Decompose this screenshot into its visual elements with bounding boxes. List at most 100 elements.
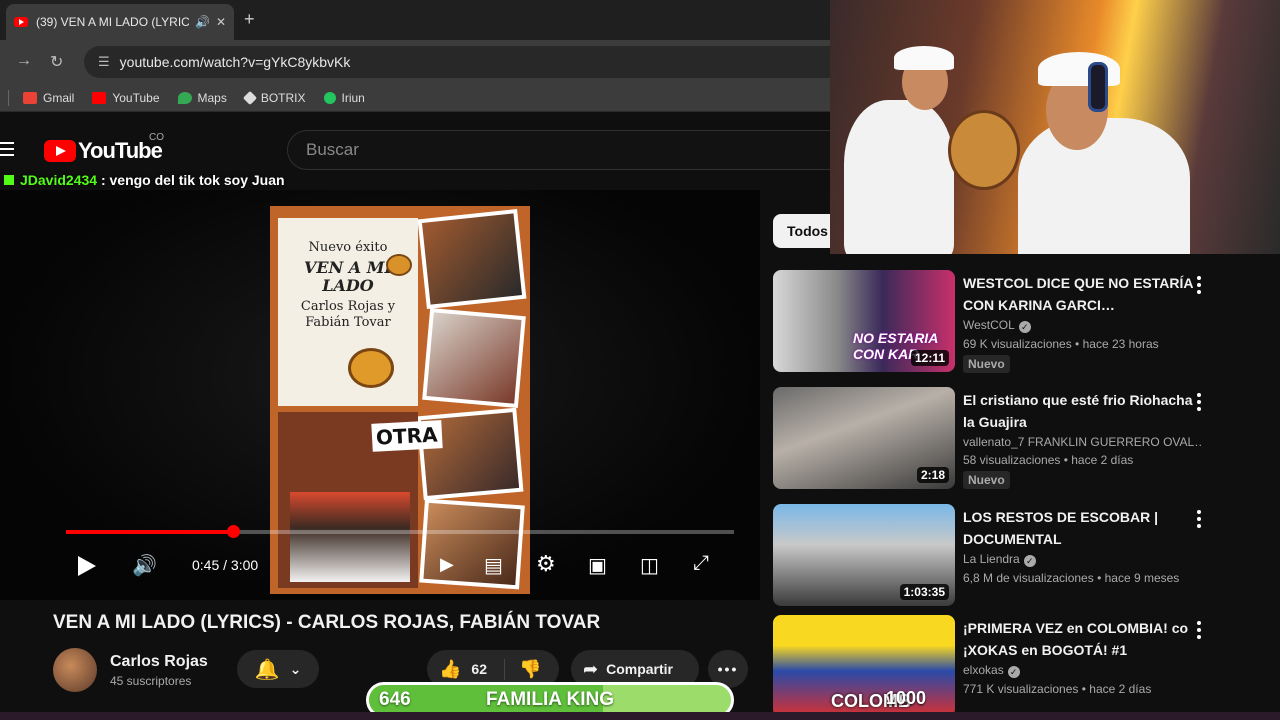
- share-label: Compartir: [606, 661, 673, 677]
- recommendation-channel[interactable]: vallenato_7 FRANKLIN GUERRERO OVAL…: [963, 435, 1203, 449]
- more-dots-icon: •••: [717, 661, 739, 677]
- bookmark-maps[interactable]: Maps: [177, 91, 227, 105]
- recommendation-item[interactable]: 2:18 El cristiano que esté frio Riohacha…: [773, 387, 1273, 491]
- recommendation-channel[interactable]: WestCOL: [963, 318, 1015, 332]
- studio-photo: [419, 498, 525, 590]
- more-vertical-icon[interactable]: [1197, 621, 1201, 642]
- verified-check-icon: ✓: [1007, 666, 1020, 678]
- guitar-icon: [348, 348, 394, 388]
- youtube-play-logo-icon: [44, 140, 76, 162]
- url-text: youtube.com/watch?v=gYkC8ykbvKk: [119, 54, 351, 70]
- video-player[interactable]: Nuevo éxito VEN A MI LADO Carlos Rojas y…: [0, 190, 760, 600]
- group-photo: [290, 492, 410, 582]
- video-frame: Nuevo éxito VEN A MI LADO Carlos Rojas y…: [270, 206, 530, 594]
- recommendation-item[interactable]: NO ESTARIA CON KAR 12:11 WESTCOL DICE QU…: [773, 270, 1273, 374]
- bookmark-botrix[interactable]: BOTRIX: [242, 90, 306, 105]
- chat-text: : vengo del tik tok soy Juan: [100, 172, 285, 188]
- guitar-icon: [948, 110, 1020, 190]
- play-button[interactable]: [78, 556, 96, 576]
- recommendation-item[interactable]: COLOMB ¡PRIMERA VEZ en COLOMBIA! co ¡XOK…: [773, 615, 1273, 719]
- recommendation-views: 771 K visualizaciones • hace 2 días: [963, 682, 1152, 696]
- forward-icon[interactable]: →: [16, 52, 32, 70]
- bookmark-iriun[interactable]: Iriun: [323, 90, 365, 105]
- recommendation-thumbnail[interactable]: 2:18: [773, 387, 955, 489]
- otra-sticker: OTRA: [371, 420, 443, 452]
- recommendation-views: 69 K visualizaciones • hace 23 horas: [963, 337, 1159, 351]
- cap-left: [894, 46, 954, 70]
- subtitles-icon[interactable]: ▤: [484, 553, 503, 578]
- chevron-down-icon: ⌄: [289, 660, 302, 677]
- speaker-icon[interactable]: 🔊: [195, 15, 210, 29]
- studio-photo: [417, 209, 527, 309]
- share-arrow-icon: ➦: [583, 658, 599, 679]
- more-vertical-icon[interactable]: [1197, 393, 1201, 414]
- channel-name[interactable]: Carlos Rojas: [110, 653, 208, 671]
- settings-gear-icon[interactable]: ⚙: [536, 551, 556, 577]
- more-vertical-icon[interactable]: [1197, 276, 1201, 297]
- studio-photo: [422, 307, 526, 409]
- browser-tab[interactable]: (39) VEN A MI LADO (LYRIC 🔊 ✕: [6, 4, 234, 40]
- progress-bar[interactable]: [66, 525, 734, 538]
- recommendation-channel[interactable]: elxokas: [963, 663, 1004, 677]
- like-count: 62: [471, 661, 487, 677]
- verified-check-icon: ✓: [1023, 555, 1036, 567]
- bookmark-label: YouTube: [112, 90, 160, 105]
- more-vertical-icon[interactable]: [1197, 510, 1201, 531]
- recommendation-thumbnail[interactable]: 1:03:35: [773, 504, 955, 606]
- dislike-button[interactable]: 👎: [505, 659, 541, 680]
- subscriber-count: 45 suscriptores: [110, 673, 192, 688]
- bookmark-gmail[interactable]: Gmail: [23, 91, 74, 105]
- fullscreen-icon[interactable]: ⤢: [693, 552, 709, 575]
- autoplay-toggle-icon[interactable]: ▶: [440, 554, 454, 575]
- youtube-favicon-icon: [14, 17, 28, 27]
- maps-pin-icon: [177, 91, 192, 104]
- site-settings-icon[interactable]: ☰: [98, 54, 110, 70]
- poster-line3: Carlos Rojas y Fabián Tovar: [300, 299, 396, 330]
- video-title: VEN A MI LADO (LYRICS) - CARLOS ROJAS, F…: [53, 612, 601, 633]
- poster-panel: Nuevo éxito VEN A MI LADO Carlos Rojas y…: [278, 218, 418, 406]
- search-input[interactable]: Buscar: [287, 130, 847, 170]
- close-tab-icon[interactable]: ✕: [216, 15, 226, 29]
- youtube-logo[interactable]: YouTube CO: [44, 132, 164, 164]
- youtube-masthead: YouTube CO Buscar: [0, 120, 847, 180]
- verified-check-icon: ✓: [1018, 321, 1031, 333]
- bookmarks-divider: [8, 89, 9, 106]
- menu-icon[interactable]: [0, 142, 14, 160]
- poster-panel-bottom: OTRA: [278, 412, 443, 588]
- recommendation-item[interactable]: 1:03:35 LOS RESTOS DE ESCOBAR | DOCUMENT…: [773, 504, 1273, 608]
- tab-title: (39) VEN A MI LADO (LYRIC: [36, 15, 189, 29]
- progress-scrubber[interactable]: [227, 525, 240, 538]
- duration-badge: 2:18: [916, 467, 949, 483]
- botrix-icon: [242, 90, 257, 105]
- poster-line1: Nuevo éxito: [308, 240, 388, 255]
- time-display: 0:45 / 3:00: [192, 557, 259, 573]
- volume-icon[interactable]: 🔊: [132, 553, 157, 578]
- avatar[interactable]: [53, 648, 97, 692]
- address-bar[interactable]: ☰ youtube.com/watch?v=gYkC8ykbvKk: [84, 46, 844, 78]
- miniplayer-icon[interactable]: ▣: [588, 553, 607, 578]
- channel-owner: Carlos Rojas 45 suscriptores: [53, 648, 208, 692]
- goal-label: FAMILIA KING: [485, 689, 615, 710]
- webcam-overlay: [830, 0, 1280, 254]
- goal-target: 1000: [886, 688, 927, 708]
- thumbs-down-icon: 👎: [519, 658, 542, 679]
- new-tab-icon[interactable]: +: [244, 9, 255, 30]
- bookmark-label: Iriun: [341, 90, 365, 105]
- youtube-icon: [92, 91, 107, 104]
- subscription-bell-button[interactable]: 🔔 ⌄: [237, 650, 319, 688]
- thumbs-up-icon: 👍: [439, 658, 462, 679]
- search-placeholder: Buscar: [306, 140, 359, 159]
- duration-badge: 1:03:35: [899, 584, 949, 600]
- kick-logo-icon: [4, 175, 14, 185]
- duration-badge: 12:11: [910, 350, 949, 366]
- recommendation-channel[interactable]: La Liendra: [963, 552, 1020, 566]
- like-button[interactable]: 👍 62: [427, 658, 505, 680]
- recommendation-title: El cristiano que esté frio Riohacha la G…: [963, 392, 1193, 430]
- country-code: CO: [149, 132, 164, 143]
- recommendation-thumbnail[interactable]: COLOMB: [773, 615, 955, 717]
- recommendation-views: 58 visualizaciones • hace 2 días: [963, 453, 1134, 467]
- reload-icon[interactable]: ↻: [50, 52, 63, 72]
- bookmark-youtube[interactable]: YouTube: [92, 90, 160, 105]
- cast-icon[interactable]: ◫: [640, 553, 659, 578]
- recommendation-thumbnail[interactable]: NO ESTARIA CON KAR 12:11: [773, 270, 955, 372]
